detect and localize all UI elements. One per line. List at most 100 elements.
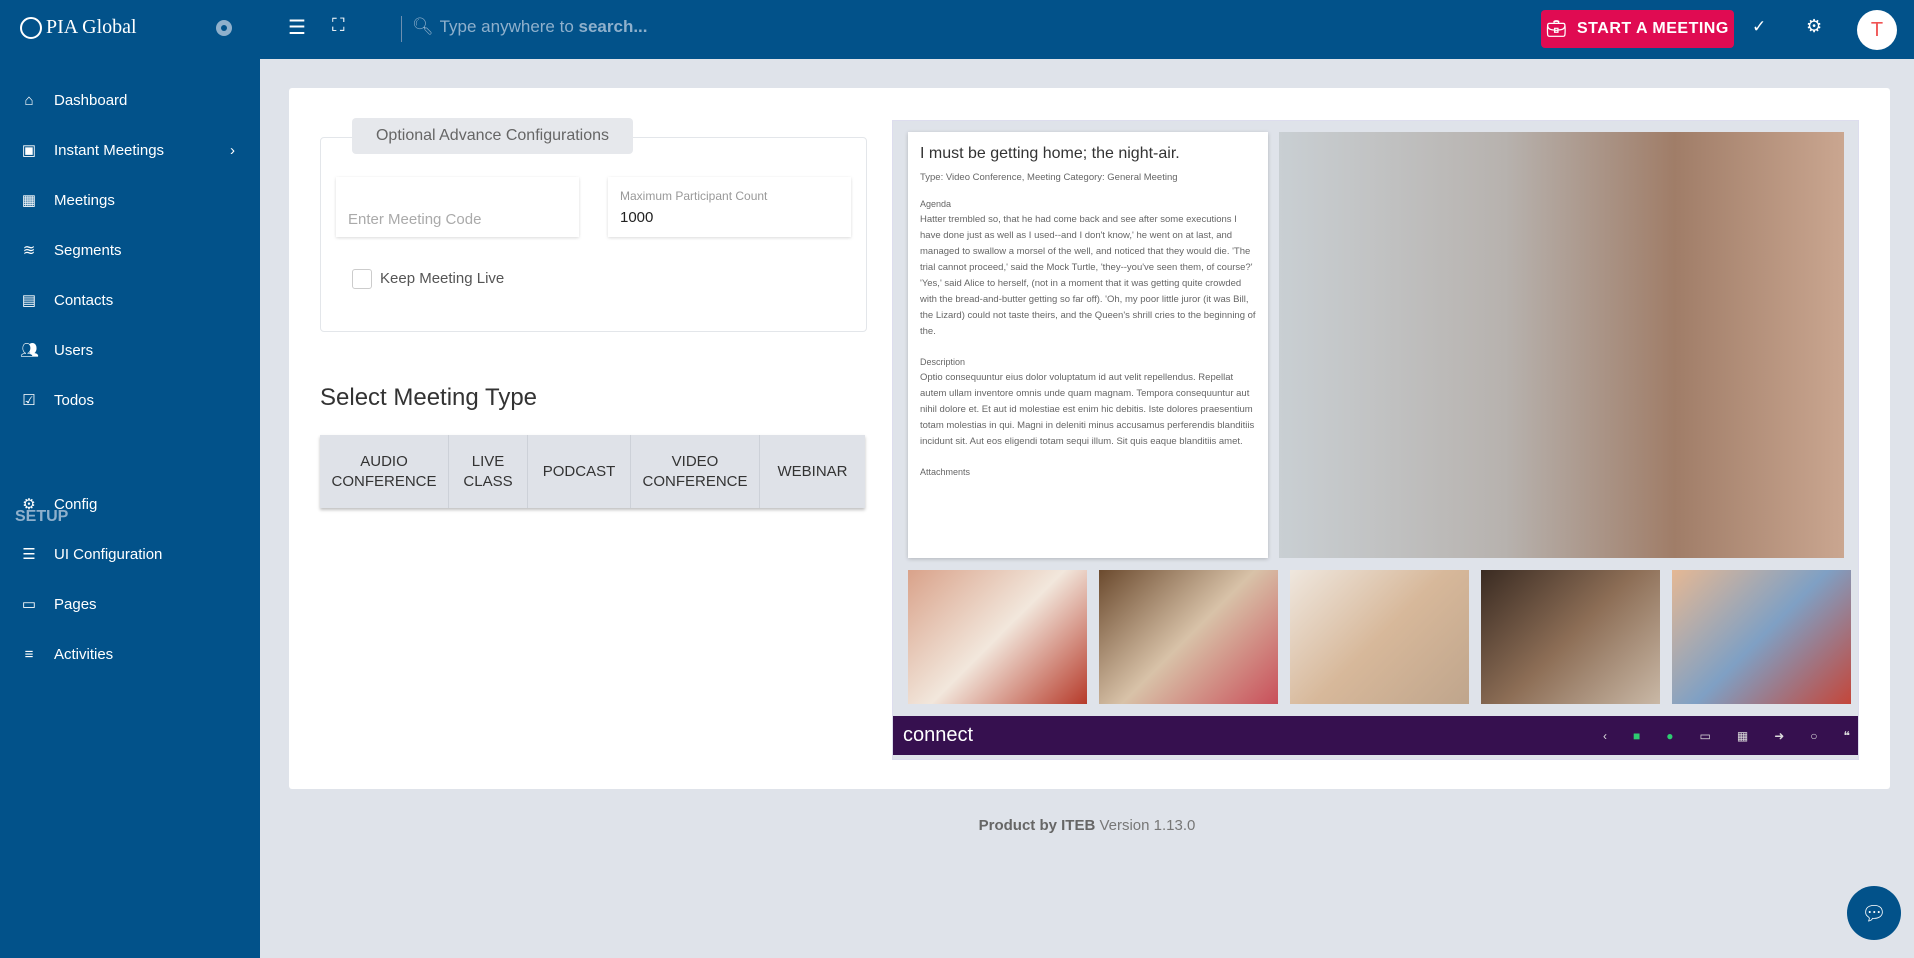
search-icon: 🔍︎: [412, 17, 434, 36]
type-webinar-button[interactable]: WEBINAR: [760, 435, 865, 508]
layers-icon: ≋: [22, 242, 36, 259]
sidebar-item-todos[interactable]: ☑ Todos: [20, 388, 94, 412]
preview-meta: Type: Video Conference, Meeting Category…: [920, 172, 1178, 183]
attachments-label: Attachments: [920, 467, 971, 477]
sidebar-item-label: Instant Meetings: [54, 141, 165, 159]
agenda-label: Agenda: [920, 199, 952, 209]
start-meeting-label: START A MEETING: [1577, 20, 1729, 37]
microphone-icon[interactable]: ●: [1666, 729, 1673, 743]
users-icon: 👥︎: [20, 342, 40, 359]
chat-icon: 💬︎: [1861, 902, 1887, 925]
label: VIDEO: [671, 452, 719, 470]
keep-live-checkbox[interactable]: [352, 269, 372, 289]
sidebar-item-users[interactable]: 👥︎ Users: [20, 338, 93, 362]
search-placeholder: Type anywhere to: [439, 17, 579, 36]
sidebar-item-contacts[interactable]: ▤ Contacts: [20, 288, 113, 312]
max-participant-label: Maximum Participant Count: [620, 189, 768, 203]
description-label: Description: [920, 357, 966, 367]
footer: Product by ITEB Version 1.13.0: [0, 817, 1914, 834]
chevron-right-icon: ›: [230, 141, 235, 159]
globe-icon: [20, 16, 42, 39]
home-icon: ⌂: [24, 91, 34, 109]
label: LIVE: [471, 452, 505, 470]
sliders-icon: ☰: [22, 546, 36, 563]
avatar[interactable]: T: [1857, 10, 1897, 50]
sidebar-item-label: Dashboard: [54, 91, 128, 109]
sidebar-item-label: Pages: [54, 595, 97, 613]
sidebar-item-label: Contacts: [54, 291, 114, 309]
meeting-type-preview: I must be getting home; the night-air. T…: [892, 120, 1859, 760]
sidebar-item-segments[interactable]: ≋ Segments: [20, 238, 122, 262]
sidebar-item-label: Activities: [54, 645, 114, 663]
briefcase-clock-icon: 💼︎: [1546, 21, 1567, 38]
type-live-class-button[interactable]: LIVE CLASS: [449, 435, 528, 508]
sidebar-item-meetings[interactable]: ▦ Meetings: [20, 188, 115, 212]
keep-live-label[interactable]: Keep Meeting Live: [380, 270, 504, 287]
sidebar-item-label: Users: [54, 341, 94, 359]
contact-icon: ▤: [21, 292, 37, 309]
exit-icon[interactable]: ➜: [1774, 729, 1784, 743]
calendar-icon[interactable]: ▦: [1737, 729, 1748, 743]
footer-product: Product by ITEB: [978, 817, 1096, 834]
meeting-code-input[interactable]: Enter Meeting Code: [336, 177, 579, 237]
sidebar-item-config[interactable]: ⚙ Config: [20, 492, 97, 516]
label: WEBINAR: [777, 462, 848, 480]
hamburger-menu-icon[interactable]: ☰: [288, 15, 306, 40]
participant-thumbnail: [1290, 570, 1469, 704]
brand-logo[interactable]: PIA Global: [20, 16, 137, 39]
sidebar-item-pages[interactable]: ▭ Pages: [20, 592, 97, 616]
section-title: Select Meeting Type: [320, 384, 538, 411]
fullscreen-icon[interactable]: ⛶: [332, 15, 345, 36]
label: PODCAST: [542, 462, 616, 480]
label: CLASS: [463, 472, 513, 490]
participant-thumbnail: [908, 570, 1087, 704]
brand-name: PIA Global: [46, 16, 137, 38]
type-audio-conference-button[interactable]: AUDIO CONFERENCE: [320, 435, 449, 508]
agenda-text: Hatter trembled so, that he had come bac…: [920, 214, 1256, 337]
label: AUDIO: [360, 452, 408, 470]
footer-version: Version 1.13.0: [1095, 817, 1196, 834]
screen-share-icon[interactable]: ▭: [1700, 729, 1711, 743]
start-meeting-button[interactable]: 💼︎ START A MEETING: [1541, 10, 1734, 48]
chat-support-button[interactable]: 💬︎: [1847, 886, 1901, 940]
sidebar-toggle-dot-icon[interactable]: [216, 20, 232, 36]
meeting-type-group: AUDIO CONFERENCE LIVE CLASS PODCAST VIDEO C…: [320, 435, 865, 508]
calendar-icon: ▦: [21, 192, 37, 209]
sidebar-item-activities[interactable]: ≡ Activities: [20, 642, 114, 666]
video-camera-icon[interactable]: ■: [1633, 729, 1640, 743]
list-icon: ≡: [24, 645, 34, 663]
sidebar-item-label: Segments: [54, 241, 122, 259]
description-text: Optio consequuntur eius dolor voluptatum…: [920, 372, 1255, 447]
max-participant-input[interactable]: Maximum Participant Count 1000: [608, 177, 851, 237]
sidebar-item-label: Todos: [54, 391, 95, 409]
type-video-conference-button[interactable]: VIDEO CONFERENCE: [631, 435, 760, 508]
participant-thumbnail: [1672, 570, 1851, 704]
meeting-info-panel: I must be getting home; the night-air. T…: [908, 132, 1268, 558]
chat-bubble-icon[interactable]: ○: [1810, 729, 1817, 743]
gears-icon[interactable]: ⚙: [1806, 16, 1822, 37]
label: CONFERENCE: [642, 472, 748, 490]
participant-thumbnail: [1099, 570, 1278, 704]
connect-logo: connect: [903, 724, 974, 746]
sidebar-item-ui-configuration[interactable]: ☰ UI Configuration: [20, 542, 162, 566]
sidebar-item-dashboard[interactable]: ⌂ Dashboard: [20, 88, 127, 112]
briefcase-clock-icon: ▣: [21, 142, 37, 159]
search-input[interactable]: 🔍︎ Type anywhere to search...: [412, 17, 648, 37]
chevron-left-icon[interactable]: ‹: [1603, 729, 1607, 743]
max-participant-value: 1000: [620, 209, 654, 226]
quote-icon[interactable]: ❝: [1844, 729, 1850, 743]
search-placeholder-bold: search...: [578, 17, 648, 36]
top-bar: PIA Global ☰ ⛶ 🔍︎ Type anywhere to search…: [0, 0, 1914, 59]
type-podcast-button[interactable]: PODCAST: [528, 435, 631, 508]
presenter-video-image: [1279, 132, 1844, 558]
sidebar-item-instant-meetings[interactable]: ▣ Instant Meetings ›: [20, 138, 235, 162]
sidebar-item-label: Meetings: [54, 191, 115, 209]
participant-thumbnail: [1481, 570, 1660, 704]
advanced-config-legend: Optional Advance Configurations: [352, 118, 633, 154]
sidebar-item-label: Config: [54, 495, 98, 513]
check-circle-icon[interactable]: ✓: [1752, 17, 1766, 37]
label: CONFERENCE: [331, 472, 437, 490]
preview-title: I must be getting home; the night-air.: [920, 145, 1180, 162]
gears-icon: ⚙: [22, 496, 36, 513]
sidebar-item-label: UI Configuration: [54, 545, 163, 563]
